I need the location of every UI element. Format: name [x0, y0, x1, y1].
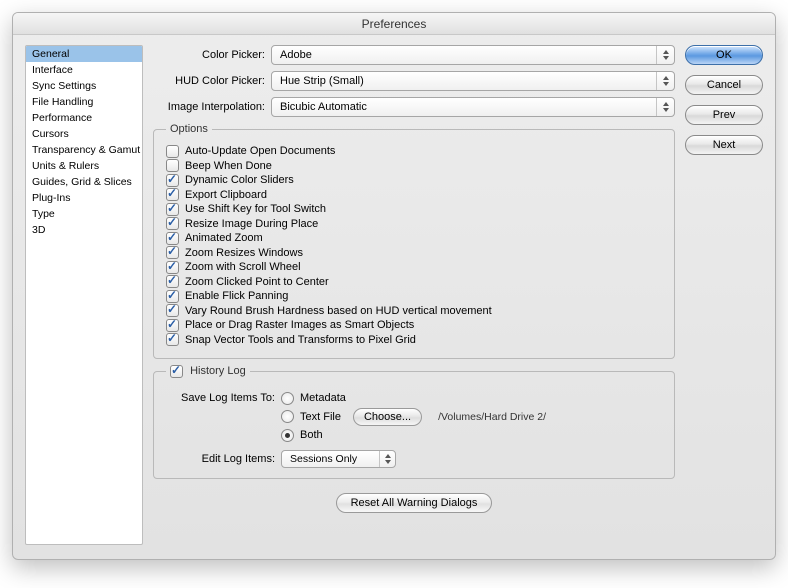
checkbox-flick-panning[interactable]: [166, 290, 179, 303]
checkbox-animated-zoom[interactable]: [166, 232, 179, 245]
options-legend: Options: [166, 123, 212, 135]
sidebar-item-general[interactable]: General: [26, 46, 142, 62]
edit-log-items-value: Sessions Only: [290, 453, 357, 465]
edit-log-items-label: Edit Log Items:: [166, 453, 281, 465]
checkbox-shift-key-tool-switch[interactable]: [166, 203, 179, 216]
checkbox-zoom-scroll-wheel[interactable]: [166, 261, 179, 274]
color-picker-value: Adobe: [280, 49, 312, 61]
checkbox-label: Zoom Clicked Point to Center: [185, 276, 329, 288]
log-file-path: /Volumes/Hard Drive 2/: [438, 411, 546, 423]
checkbox-label: Beep When Done: [185, 160, 272, 172]
main-panel: Color Picker: Adobe HUD Color Picker: Hu…: [153, 45, 675, 545]
checkbox-label: Enable Flick Panning: [185, 290, 288, 302]
select-arrows-icon: [656, 46, 674, 64]
checkbox-label: Resize Image During Place: [185, 218, 318, 230]
select-arrows-icon: [656, 98, 674, 116]
sidebar-item-performance[interactable]: Performance: [26, 110, 142, 126]
checkbox-zoom-resizes-windows[interactable]: [166, 246, 179, 259]
reset-warning-dialogs-button[interactable]: Reset All Warning Dialogs: [336, 493, 493, 513]
checkbox-label: Zoom with Scroll Wheel: [185, 261, 301, 273]
checkbox-place-as-smart-objects[interactable]: [166, 319, 179, 332]
sidebar-item-3d[interactable]: 3D: [26, 222, 142, 238]
checkbox-auto-update[interactable]: [166, 145, 179, 158]
prev-button[interactable]: Prev: [685, 105, 763, 125]
radio-both[interactable]: [281, 429, 294, 442]
hud-color-picker-select[interactable]: Hue Strip (Small): [271, 71, 675, 91]
select-arrows-icon: [379, 451, 395, 467]
sidebar-item-interface[interactable]: Interface: [26, 62, 142, 78]
checkbox-label: Auto-Update Open Documents: [185, 145, 335, 157]
sidebar-item-sync-settings[interactable]: Sync Settings: [26, 78, 142, 94]
checkbox-label: Snap Vector Tools and Transforms to Pixe…: [185, 334, 416, 346]
cancel-button[interactable]: Cancel: [685, 75, 763, 95]
sidebar-item-type[interactable]: Type: [26, 206, 142, 222]
window-title: Preferences: [362, 17, 427, 31]
checkbox-vary-brush-hardness[interactable]: [166, 304, 179, 317]
radio-text-file-label: Text File: [300, 411, 341, 423]
checkbox-export-clipboard[interactable]: [166, 188, 179, 201]
window-titlebar: Preferences: [13, 13, 775, 35]
image-interpolation-select[interactable]: Bicubic Automatic: [271, 97, 675, 117]
checkbox-history-log[interactable]: [170, 365, 183, 378]
color-picker-select[interactable]: Adobe: [271, 45, 675, 65]
checkbox-label: Vary Round Brush Hardness based on HUD v…: [185, 305, 492, 317]
checkbox-label: Export Clipboard: [185, 189, 267, 201]
sidebar-item-guides-grid-slices[interactable]: Guides, Grid & Slices: [26, 174, 142, 190]
history-log-title: History Log: [190, 365, 246, 377]
radio-metadata-label: Metadata: [300, 392, 346, 404]
dialog-buttons: OK Cancel Prev Next: [685, 45, 763, 545]
history-log-legend: History Log: [166, 365, 250, 378]
hud-color-picker-label: HUD Color Picker:: [153, 75, 271, 87]
radio-metadata[interactable]: [281, 392, 294, 405]
radio-both-label: Both: [300, 429, 323, 441]
sidebar-item-transparency-gamut[interactable]: Transparency & Gamut: [26, 142, 142, 158]
checkbox-label: Use Shift Key for Tool Switch: [185, 203, 326, 215]
ok-button[interactable]: OK: [685, 45, 763, 65]
edit-log-items-select[interactable]: Sessions Only: [281, 450, 396, 468]
choose-button[interactable]: Choose...: [353, 408, 422, 426]
checkbox-resize-image-during-place[interactable]: [166, 217, 179, 230]
sidebar-item-file-handling[interactable]: File Handling: [26, 94, 142, 110]
sidebar-item-plug-ins[interactable]: Plug-Ins: [26, 190, 142, 206]
color-picker-label: Color Picker:: [153, 49, 271, 61]
checkbox-snap-vector-pixel-grid[interactable]: [166, 333, 179, 346]
checkbox-label: Dynamic Color Sliders: [185, 174, 294, 186]
category-sidebar: General Interface Sync Settings File Han…: [25, 45, 143, 545]
options-group: Options Auto-Update Open Documents Beep …: [153, 123, 675, 359]
preferences-window: Preferences General Interface Sync Setti…: [12, 12, 776, 560]
checkbox-label: Zoom Resizes Windows: [185, 247, 303, 259]
next-button[interactable]: Next: [685, 135, 763, 155]
save-log-items-label: Save Log Items To:: [166, 392, 281, 442]
checkbox-label: Animated Zoom: [185, 232, 263, 244]
image-interpolation-label: Image Interpolation:: [153, 101, 271, 113]
checkbox-label: Place or Drag Raster Images as Smart Obj…: [185, 319, 414, 331]
select-arrows-icon: [656, 72, 674, 90]
radio-text-file[interactable]: [281, 410, 294, 423]
checkbox-beep-when-done[interactable]: [166, 159, 179, 172]
hud-color-picker-value: Hue Strip (Small): [280, 75, 364, 87]
checkbox-zoom-clicked-point-center[interactable]: [166, 275, 179, 288]
sidebar-item-units-rulers[interactable]: Units & Rulers: [26, 158, 142, 174]
image-interpolation-value: Bicubic Automatic: [280, 101, 367, 113]
history-log-group: History Log Save Log Items To: Metadata …: [153, 365, 675, 479]
checkbox-dynamic-color-sliders[interactable]: [166, 174, 179, 187]
sidebar-item-cursors[interactable]: Cursors: [26, 126, 142, 142]
